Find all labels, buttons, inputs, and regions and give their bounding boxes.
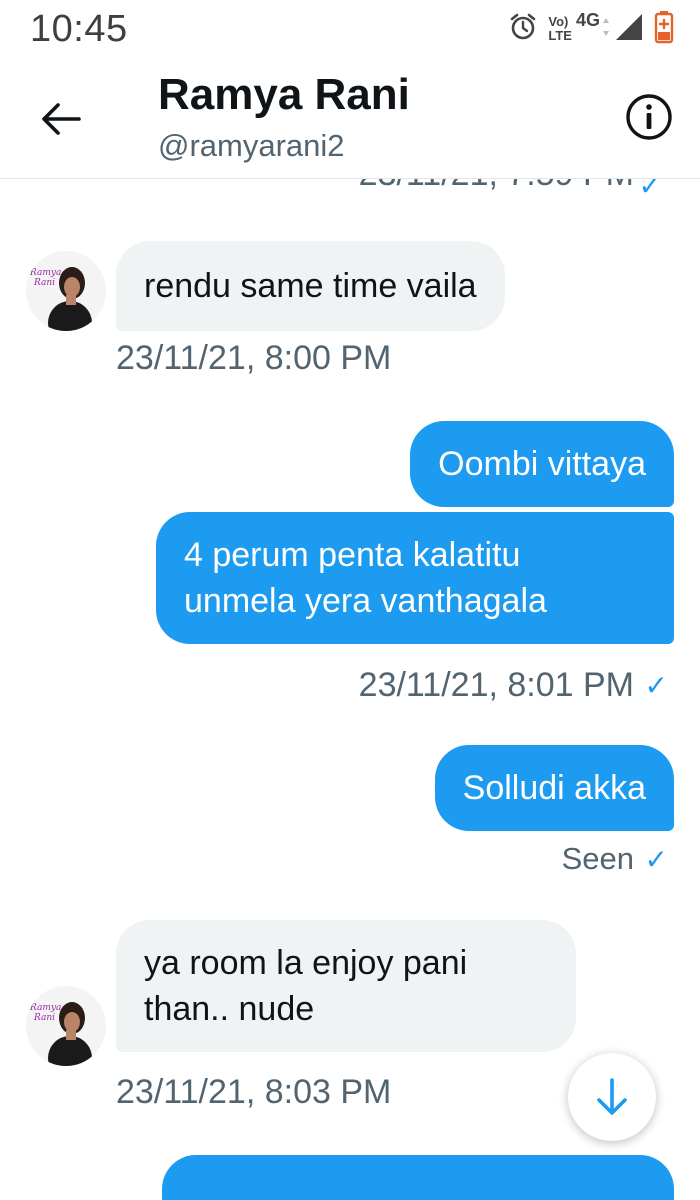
data-arrows-icon — [602, 16, 610, 43]
status-time: 10:45 — [30, 8, 128, 50]
message-timestamp: 23/11/21, 7:59 PM — [359, 179, 634, 194]
network-type-label: 4G — [575, 10, 600, 30]
dm-conversation-screen: 10:45 Vo) LTE 4G Ramya Rani @ramyarani2 … — [0, 0, 700, 1200]
back-arrow-icon — [42, 103, 81, 135]
lte-label: LTE — [548, 28, 572, 43]
svg-text:Ramya: Ramya — [29, 268, 61, 278]
volte-label: Vo) — [548, 14, 569, 29]
message-timestamp: 23/11/21, 8:03 PM — [116, 1073, 391, 1112]
outgoing-message-bubble[interactable]: 4 perum penta kalatitu unmela yera vanth… — [156, 512, 674, 644]
battery-icon — [654, 10, 674, 49]
svg-text:Rani: Rani — [33, 1013, 55, 1023]
timestamp-text: 23/11/21, 8:01 PM — [358, 666, 634, 704]
outgoing-message-bubble[interactable]: Oombi vittaya — [410, 421, 674, 507]
outgoing-message-bubble[interactable] — [162, 1155, 674, 1200]
message-text: rendu same time vaila — [144, 267, 477, 305]
seen-status: Seen — [562, 841, 634, 877]
message-list[interactable]: 23/11/21, 7:59 PM ✓ Ramya Rani rendu sam… — [0, 179, 700, 1200]
contact-handle: @ramyarani2 — [158, 128, 345, 163]
alarm-icon — [508, 12, 538, 47]
svg-text:Ramya: Ramya — [29, 1003, 61, 1013]
signal-icon — [614, 12, 644, 47]
timestamp-text: 23/11/21, 7:59 PM — [359, 179, 634, 193]
timestamp-text: 23/11/21, 8:00 PM — [116, 339, 392, 377]
message-timestamp: 23/11/21, 8:01 PM — [359, 666, 634, 705]
seen-check-icon: ✓ — [644, 844, 668, 875]
conversation-header: Ramya Rani @ramyarani2 — [0, 62, 700, 179]
message-text: Solludi akka — [462, 769, 646, 807]
outgoing-message-bubble[interactable]: Solludi akka — [434, 745, 674, 831]
arrow-down-icon — [597, 1078, 627, 1115]
timestamp-text: 23/11/21, 8:03 PM — [116, 1073, 392, 1111]
avatar[interactable]: Ramya Rani — [26, 986, 106, 1066]
info-icon — [626, 94, 672, 140]
avatar-image: Ramya Rani — [26, 986, 106, 1066]
message-text-line: 4 perum penta kalatitu — [184, 536, 521, 574]
svg-text:Rani: Rani — [33, 278, 55, 288]
incoming-message-bubble[interactable]: ya room la enjoy pani than.. nude — [116, 920, 576, 1052]
volte-indicator: Vo) LTE — [548, 15, 572, 43]
contact-name[interactable]: Ramya Rani — [158, 70, 410, 120]
sent-check-icon: ✓ — [638, 179, 662, 201]
message-timestamp: 23/11/21, 8:00 PM — [116, 339, 391, 378]
message-text-line: unmela yera vanthagala — [184, 582, 547, 620]
back-button[interactable] — [34, 92, 88, 146]
scroll-to-bottom-button[interactable] — [568, 1053, 656, 1141]
status-icons: Vo) LTE 4G — [498, 10, 674, 49]
info-button[interactable] — [624, 92, 674, 142]
avatar[interactable]: Ramya Rani — [26, 251, 106, 331]
seen-text: Seen — [561, 841, 634, 876]
incoming-message-bubble[interactable]: rendu same time vaila — [116, 241, 505, 331]
message-text-line: than.. nude — [144, 990, 315, 1028]
message-text: Oombi vittaya — [438, 445, 646, 483]
sent-check-icon: ✓ — [644, 670, 668, 701]
avatar-image: Ramya Rani — [26, 251, 106, 331]
status-bar: 10:45 Vo) LTE 4G — [0, 0, 700, 62]
message-text-line: ya room la enjoy pani — [144, 944, 468, 982]
